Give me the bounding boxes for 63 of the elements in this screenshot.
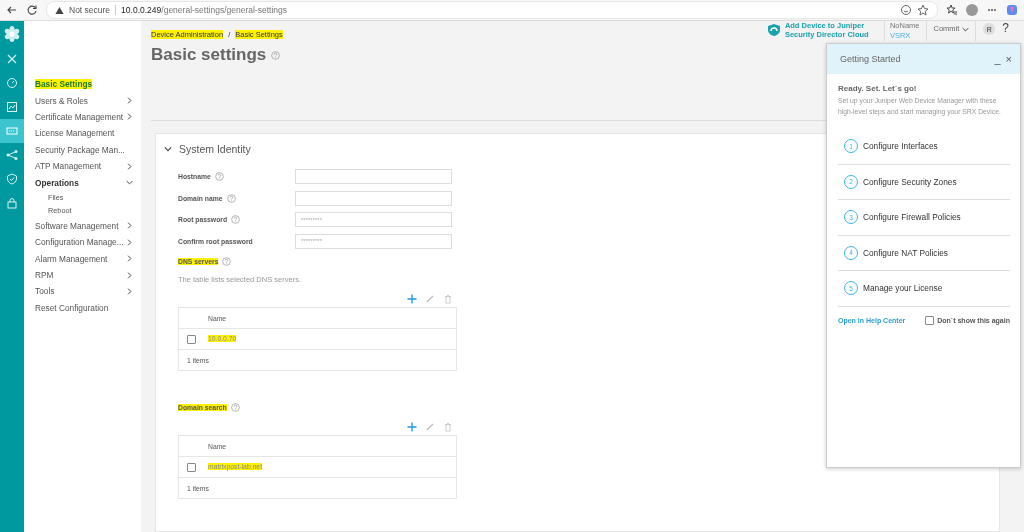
gauge-icon (6, 77, 18, 89)
chevron-icon (126, 288, 133, 295)
network-icon (6, 149, 18, 161)
warning-icon (55, 5, 64, 15)
page-title: Basic settings (151, 45, 267, 65)
help-icon[interactable] (271, 50, 281, 60)
device-icon (6, 125, 18, 137)
edit-icon[interactable] (425, 294, 435, 304)
sidebar-item[interactable]: Operations (24, 174, 141, 191)
sidebar-item[interactable]: Alarm Management (24, 250, 141, 267)
smiley-icon[interactable] (900, 4, 912, 16)
sidebar-item[interactable]: Tools (24, 283, 141, 300)
add-icon[interactable] (407, 422, 417, 432)
star-icon[interactable] (917, 4, 929, 16)
reload-icon[interactable] (26, 4, 38, 16)
shield-cloud-icon (766, 23, 781, 37)
sidebar-item[interactable]: Configuration Manage... (24, 234, 141, 251)
checkbox[interactable] (925, 315, 935, 325)
favorites-icon[interactable] (946, 4, 958, 16)
help-icon[interactable] (222, 257, 232, 266)
sidebar-item[interactable]: Basic Settings (24, 76, 141, 93)
input-field[interactable] (295, 169, 452, 185)
help-button[interactable]: ? (1002, 21, 1009, 35)
chevron-icon (126, 162, 133, 170)
flower-logo-icon (3, 25, 21, 43)
section-title[interactable]: System Identity (179, 143, 251, 155)
sidebar-item[interactable]: Software Management (24, 217, 141, 235)
help-icon[interactable] (226, 193, 236, 203)
sidebar-item[interactable]: License Management (24, 125, 141, 142)
lock-icon (6, 197, 18, 209)
rail-item[interactable] (0, 119, 24, 143)
delete-icon[interactable] (443, 422, 453, 432)
chevron-icon (126, 179, 133, 187)
close-icon (6, 53, 18, 65)
url-text: 10.0.0.249/general-settings/general-settings (121, 5, 287, 15)
panel-title: Getting Started (840, 54, 901, 64)
sidebar-item[interactable]: Users & Roles (24, 92, 141, 109)
close-button[interactable]: × (1005, 53, 1012, 65)
sidebar-item[interactable]: Certificate Management (24, 108, 141, 126)
checkbox[interactable] (187, 462, 196, 472)
caret-icon (962, 26, 970, 33)
address-bar[interactable]: Not secure 10.0.0.249/general-settings/general-settings (46, 1, 938, 19)
add-icon[interactable] (407, 294, 417, 304)
sidebar-item[interactable]: ATP Management (24, 157, 141, 175)
checkbox[interactable] (187, 334, 196, 344)
chevron-icon (164, 145, 172, 153)
edit-icon[interactable] (425, 422, 435, 432)
sidebar-item[interactable]: RPM (24, 266, 141, 284)
help-icon[interactable] (231, 215, 241, 225)
help-icon[interactable] (230, 403, 240, 412)
input-field[interactable] (295, 190, 452, 206)
delete-icon[interactable] (443, 294, 453, 304)
shield-icon (6, 173, 18, 185)
sidebar-item[interactable]: Security Package Man... (24, 141, 141, 158)
minimize-button[interactable]: _ (994, 53, 1001, 65)
back-icon[interactable] (6, 4, 18, 16)
panel-heading: Ready. Set. Let`s go! (838, 84, 918, 93)
copilot-icon[interactable] (1006, 4, 1018, 16)
security-label: Not secure (69, 5, 111, 15)
sidebar-item[interactable]: Reset Configuration (24, 299, 141, 317)
profile-icon[interactable] (966, 4, 978, 16)
chart-icon (6, 101, 18, 113)
help-icon[interactable] (214, 172, 224, 182)
